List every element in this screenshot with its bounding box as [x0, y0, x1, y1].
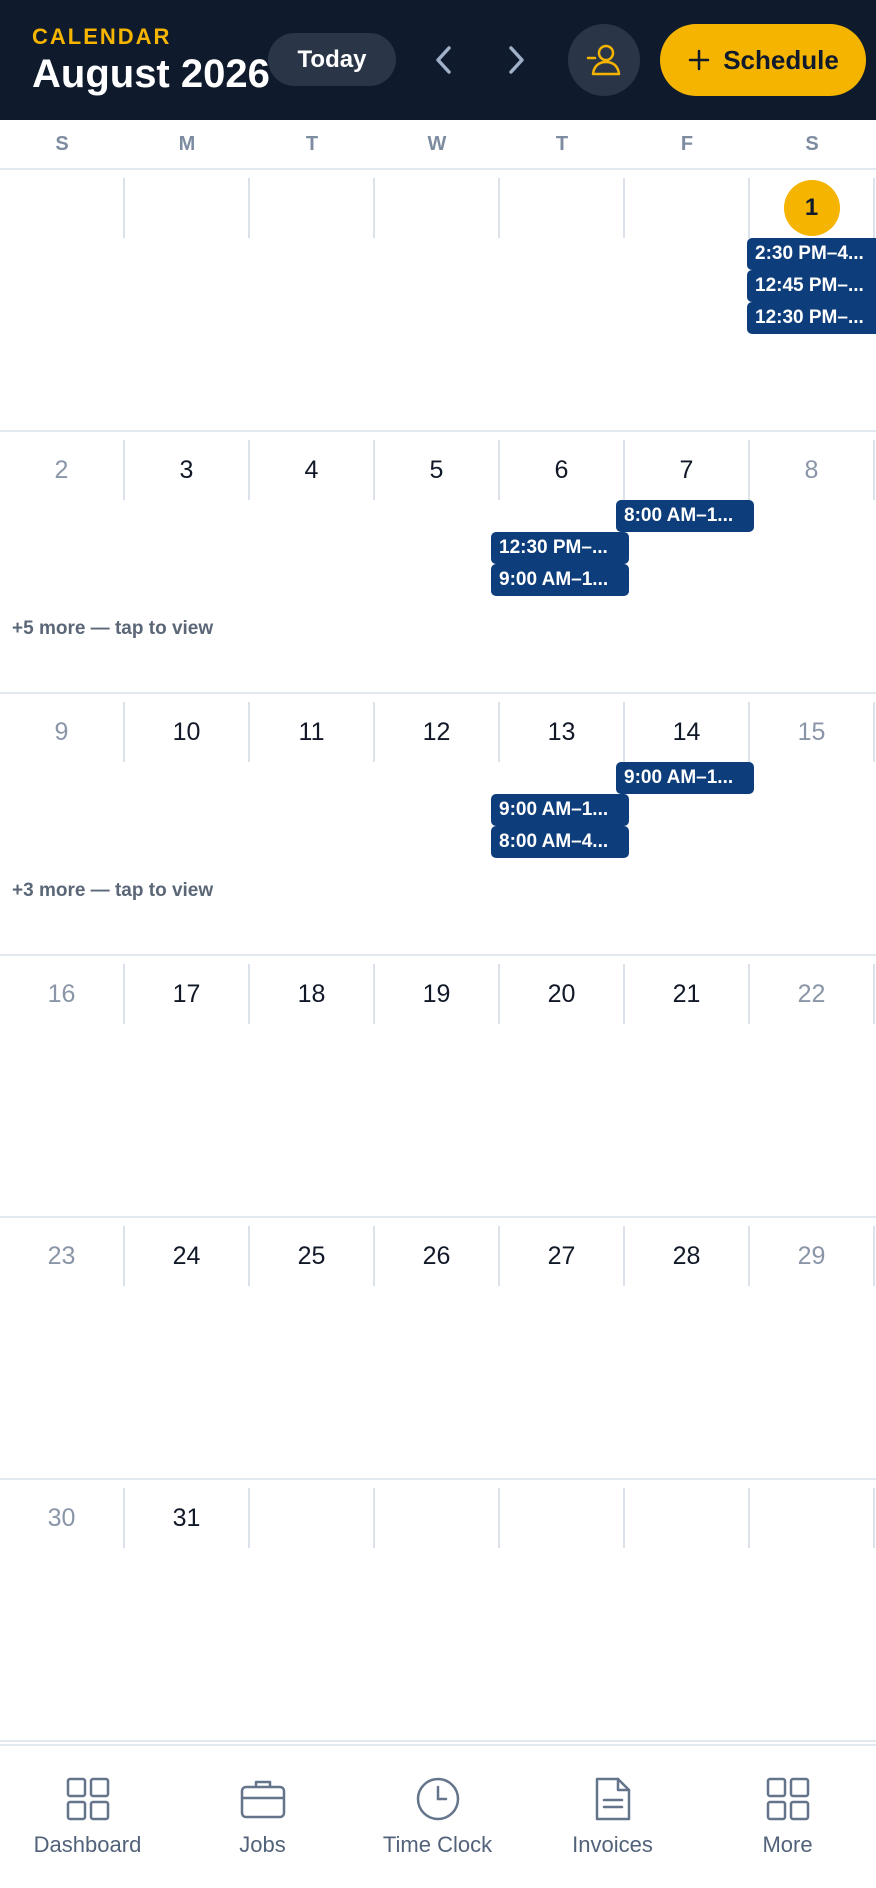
- day-cell[interactable]: 25: [250, 1226, 375, 1286]
- weekday-label: W: [427, 132, 448, 155]
- empty-day-cell: [375, 1488, 500, 1548]
- today-button[interactable]: Today: [268, 33, 396, 86]
- day-cell[interactable]: 6: [500, 440, 625, 500]
- week-row: 30 31: [0, 1480, 876, 1742]
- event-chip[interactable]: 12:30 PM–...: [747, 302, 876, 334]
- empty-day-cell: [375, 178, 500, 238]
- weekday-label: F: [680, 132, 695, 155]
- nav-more[interactable]: More: [700, 1746, 875, 1888]
- nav-more-label: More: [762, 1832, 813, 1857]
- event-chip[interactable]: 8:00 AM–4...: [491, 826, 629, 858]
- day-cell[interactable]: 19: [375, 964, 500, 1024]
- day-cell-today[interactable]: 1: [750, 178, 875, 238]
- weekday-label: T: [305, 132, 320, 155]
- day-cell[interactable]: 10: [125, 702, 250, 762]
- document-icon: [595, 1777, 630, 1821]
- day-cell[interactable]: 11: [250, 702, 375, 762]
- week-row: 9 10 11 12 13 14 15 9:00 AM–1... 9:00 AM–1... 8:0…: [0, 694, 876, 956]
- nav-jobs[interactable]: Jobs: [175, 1746, 350, 1888]
- empty-day-cell: [250, 178, 375, 238]
- day-cell[interactable]: 30: [0, 1488, 125, 1548]
- day-cell[interactable]: 23: [0, 1226, 125, 1286]
- day-cell[interactable]: 14: [625, 702, 750, 762]
- schedule-button[interactable]: Schedule: [660, 24, 866, 96]
- nav-dashboard-label: Dashboard: [33, 1832, 142, 1857]
- week-row: 16 17 18 19 20 21 22: [0, 956, 876, 1218]
- day-cell[interactable]: 16: [0, 964, 125, 1024]
- grid-icon: [766, 1777, 809, 1821]
- event-chip[interactable]: 9:00 AM–1...: [616, 762, 754, 794]
- day-cell[interactable]: 4: [250, 440, 375, 500]
- weekday-header: S M T W T F S: [0, 120, 876, 170]
- schedule-button-label: Schedule: [723, 44, 839, 75]
- day-cell[interactable]: 3: [125, 440, 250, 500]
- event-chip[interactable]: 8:00 AM–1...: [616, 500, 754, 532]
- day-cell[interactable]: 7: [625, 440, 750, 500]
- day-cell[interactable]: 24: [125, 1226, 250, 1286]
- briefcase-icon: [240, 1780, 285, 1819]
- nav-jobs-label: Jobs: [239, 1832, 286, 1857]
- nav-dashboard[interactable]: Dashboard: [0, 1746, 175, 1888]
- day-cell[interactable]: 18: [250, 964, 375, 1024]
- clock-icon: [416, 1777, 459, 1821]
- week-row: 2 3 4 5 6 7 8 8:00 AM–1... 12:30 PM–... 9:00 AM–1…: [0, 432, 876, 694]
- profile-button[interactable]: [568, 24, 640, 96]
- nav-time-clock[interactable]: Time Clock: [350, 1746, 525, 1888]
- top-header: CALENDAR August 2026 Today Schedule: [0, 0, 876, 120]
- event-chip[interactable]: 9:00 AM–1...: [491, 794, 629, 826]
- weekday-label: T: [555, 132, 570, 155]
- day-cell[interactable]: 9: [0, 702, 125, 762]
- empty-day-cell: [0, 178, 125, 238]
- event-chip[interactable]: 2:30 PM–4...: [747, 238, 876, 270]
- bottom-nav: Dashboard Jobs Time Clock Invoices More: [0, 1744, 876, 1888]
- empty-day-cell: [500, 178, 625, 238]
- empty-day-cell: [750, 1488, 875, 1548]
- event-chip[interactable]: 12:45 PM–...: [747, 270, 876, 302]
- month-title: August 2026: [32, 52, 270, 96]
- nav-time-clock-label: Time Clock: [382, 1832, 493, 1857]
- previous-month-button[interactable]: [422, 38, 466, 82]
- day-cell[interactable]: 29: [750, 1226, 875, 1286]
- event-chip[interactable]: 9:00 AM–1...: [491, 564, 629, 596]
- event-chip[interactable]: 12:30 PM–...: [491, 532, 629, 564]
- day-cell[interactable]: 12: [375, 702, 500, 762]
- day-cell[interactable]: 17: [125, 964, 250, 1024]
- plus-icon: [688, 49, 710, 71]
- day-cell[interactable]: 13: [500, 702, 625, 762]
- empty-day-cell: [500, 1488, 625, 1548]
- user-icon: [586, 44, 621, 76]
- day-cell[interactable]: 5: [375, 440, 500, 500]
- day-cell[interactable]: 2: [0, 440, 125, 500]
- nav-invoices[interactable]: Invoices: [525, 1746, 700, 1888]
- weekday-label: S: [805, 132, 820, 155]
- weekday-label: S: [55, 132, 70, 155]
- day-cell[interactable]: 20: [500, 964, 625, 1024]
- empty-day-cell: [250, 1488, 375, 1548]
- chevron-right-icon: [509, 46, 524, 74]
- grid-icon: [66, 1777, 109, 1821]
- nav-invoices-label: Invoices: [572, 1832, 653, 1857]
- day-cell[interactable]: 26: [375, 1226, 500, 1286]
- day-cell[interactable]: 21: [625, 964, 750, 1024]
- empty-day-cell: [125, 178, 250, 238]
- chevron-left-icon: [436, 46, 451, 74]
- section-eyebrow: CALENDAR: [32, 24, 172, 49]
- today-date-badge: 1: [783, 180, 840, 236]
- more-events-link[interactable]: +5 more — tap to view: [12, 618, 213, 640]
- weekday-label: M: [178, 132, 197, 155]
- day-cell[interactable]: 28: [625, 1226, 750, 1286]
- empty-day-cell: [625, 1488, 750, 1548]
- day-cell[interactable]: 15: [750, 702, 875, 762]
- day-cell[interactable]: 8: [750, 440, 875, 500]
- next-month-button[interactable]: [494, 38, 538, 82]
- more-events-link[interactable]: +3 more — tap to view: [12, 880, 213, 902]
- week-row: 1 2:30 PM–4... 12:45 PM–... 12:30 PM–...: [0, 170, 876, 432]
- day-cell[interactable]: 31: [125, 1488, 250, 1548]
- day-cell[interactable]: 27: [500, 1226, 625, 1286]
- week-row: 23 24 25 26 27 28 29: [0, 1218, 876, 1480]
- day-cell[interactable]: 22: [750, 964, 875, 1024]
- empty-day-cell: [625, 178, 750, 238]
